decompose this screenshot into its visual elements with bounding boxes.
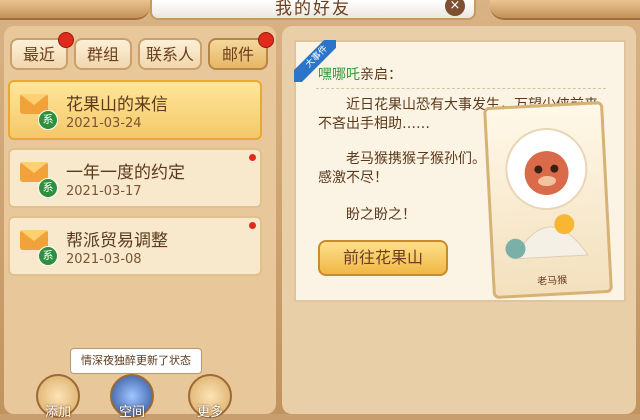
header-left-ornament [0, 0, 150, 20]
character-card: 老马猴 [483, 100, 613, 300]
add-friend-button[interactable]: 添加 [36, 374, 80, 420]
mail-item-2[interactable]: 系 一年一度的约定 2021-03-17 [8, 148, 262, 208]
letter-para-2-line-1: 老马猴携猴子猴孙们。 [346, 151, 486, 167]
space-button[interactable]: 空间 [110, 374, 154, 420]
more-button[interactable]: 更多 [188, 374, 232, 420]
letter-divider [316, 88, 606, 89]
system-badge: 系 [38, 110, 58, 130]
mail-title: 花果山的来信 [66, 95, 168, 115]
mail-date: 2021-03-08 [66, 252, 142, 267]
friends-window: 我的好友 × 最近 群组 联系人 邮件 系 花果山的来信 2021-03-24 … [0, 0, 640, 420]
title-plate: 我的好友 [150, 0, 476, 20]
letter-greeting: 嘿哪吒亲启： [318, 64, 402, 84]
tab-groups[interactable]: 群组 [74, 38, 132, 70]
mail-item-1[interactable]: 系 花果山的来信 2021-03-24 [8, 80, 262, 140]
letter-para-3: 盼之盼之！ [346, 207, 416, 223]
mail-item-3[interactable]: 系 帮派贸易调整 2021-03-08 [8, 216, 262, 276]
more-label: 更多 [196, 405, 223, 420]
unread-dot [249, 222, 256, 229]
space-label: 空间 [118, 405, 145, 420]
mail-title: 一年一度的约定 [66, 163, 185, 183]
add-friend-label: 添加 [44, 405, 71, 420]
card-caption: 老马猴 [536, 275, 568, 288]
page-title: 我的好友 [275, 0, 351, 19]
tab-mail-badge [258, 32, 274, 48]
goto-huaguoshan-button[interactable]: 前往花果山 [318, 240, 448, 276]
letter-para-1-line-2: 不吝出手相助…… [318, 116, 430, 132]
salutation: 亲启： [360, 67, 402, 83]
mail-date: 2021-03-24 [66, 116, 142, 131]
system-badge: 系 [38, 246, 58, 266]
letter-para-2-line-2: 感激不尽！ [318, 170, 388, 186]
mail-list: 系 花果山的来信 2021-03-24 系 一年一度的约定 2021-03-17… [8, 80, 264, 280]
tab-contacts[interactable]: 联系人 [138, 38, 202, 70]
tab-recent-badge [58, 32, 74, 48]
mail-date: 2021-03-17 [66, 184, 142, 199]
monkey-portrait-icon [505, 128, 589, 260]
system-badge: 系 [38, 178, 58, 198]
unread-dot [249, 154, 256, 161]
status-tooltip: 情深夜独醉更新了状态 [70, 348, 202, 374]
mail-title: 帮派贸易调整 [66, 231, 168, 251]
recipient-name: 嘿哪吒 [318, 67, 360, 83]
header-right-ornament [490, 0, 640, 20]
